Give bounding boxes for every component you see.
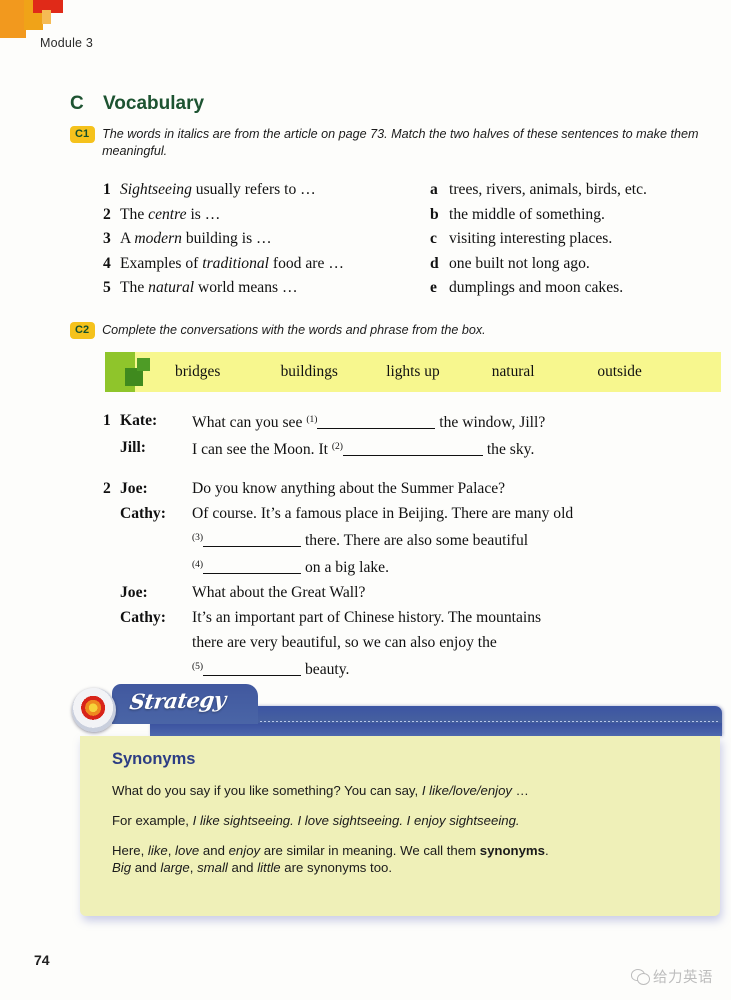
match-left-number: 1 — [103, 181, 111, 198]
exercise-c1-rubric: The words in italics are from the articl… — [102, 127, 699, 158]
match-left-text[interactable]: A modern building is … — [120, 227, 430, 252]
conversation-speaker: Kate: — [120, 412, 158, 429]
conversation-speaker: Joe: — [120, 584, 148, 601]
conversation-speaker: Cathy: — [120, 505, 166, 522]
watermark: 给力英语 — [631, 966, 713, 987]
exercise-c1: C1 The words in italics are from the art… — [70, 126, 710, 159]
word-bank-list: bridges buildings lights up natural outside — [175, 352, 703, 392]
section-letter: C — [70, 93, 84, 114]
word-bank-item[interactable]: natural — [492, 363, 598, 381]
conversation-number: 1 — [103, 412, 111, 429]
conversation-line: What can you see (1) the window, Jill? — [192, 413, 546, 431]
blank-number: (2) — [331, 442, 343, 452]
conversation-number-spacer — [103, 501, 120, 580]
strategy-paragraph: What do you say if you like something? Y… — [112, 783, 529, 798]
strategy-heading: Synonyms — [112, 750, 196, 768]
match-left-text[interactable]: Examples of traditional food are … — [120, 252, 430, 277]
match-left-number: 4 — [103, 254, 111, 272]
word-bank-item[interactable]: bridges — [175, 363, 281, 381]
match-right-letter: b — [430, 205, 439, 223]
answer-blank[interactable] — [203, 531, 302, 547]
exercise-c2: C2 Complete the conversations with the w… — [70, 322, 720, 339]
decoration-square-orange-pale — [42, 10, 51, 24]
watermark-text: 给力英语 — [653, 970, 713, 986]
matching-exercise-grid: 1 Sightseeing usually refers to … a trees, … — [103, 178, 728, 301]
blank-number: (1) — [306, 415, 318, 425]
match-right-text[interactable]: one built not long ago. — [449, 252, 728, 277]
match-left-text[interactable]: Sightseeing usually refers to … — [120, 178, 430, 203]
strategy-paragraphs: What do you say if you like something? Y… — [112, 782, 702, 876]
strategy-label: Strategy — [128, 686, 228, 715]
answer-blank[interactable] — [342, 440, 483, 456]
word-bank-box: bridges buildings lights up natural outside — [105, 352, 721, 392]
strategy-body: Synonyms What do you say if you like som… — [80, 736, 720, 916]
word-bank-item[interactable]: buildings — [281, 363, 387, 381]
match-left-number: 3 — [103, 230, 111, 247]
answer-blank[interactable] — [203, 558, 302, 574]
match-left-text[interactable]: The centre is … — [120, 203, 430, 228]
page-number: 74 — [34, 952, 50, 968]
word-bank-item[interactable]: outside — [597, 363, 703, 381]
match-left-number: 2 — [103, 205, 111, 223]
conversation-speaker: Cathy: — [120, 609, 166, 626]
exercise-badge-c2: C2 — [70, 322, 96, 339]
conversation-line: I can see the Moon. It (2) the sky. — [192, 440, 535, 458]
conversation-speaker: Jill: — [120, 439, 146, 456]
word-bank-decoration-square-mid — [137, 358, 150, 371]
page-title: C Vocabulary — [70, 93, 204, 115]
strategy-paragraph: For example, I like sightseeing. I love … — [112, 813, 520, 828]
blank-number: (3) — [192, 533, 204, 543]
match-right-letter: d — [430, 254, 439, 272]
conversation-number-spacer — [103, 580, 120, 605]
answer-blank[interactable] — [203, 660, 302, 676]
match-right-text[interactable]: visiting interesting places. — [449, 227, 728, 252]
section-title: Vocabulary — [103, 93, 205, 114]
conversation-group: 1 Kate: What can you see (1) the window, J… — [103, 408, 728, 462]
strategy-paragraph: Here, like, love and enjoy are similar i… — [112, 843, 549, 875]
match-left-number: 5 — [103, 279, 111, 296]
conversation-speaker: Joe: — [120, 480, 148, 497]
match-right-letter: a — [430, 181, 438, 198]
conversation-number-spacer — [103, 435, 120, 462]
decoration-square-orange-large — [0, 0, 26, 38]
exercise-badge-c1: C1 — [70, 126, 96, 143]
target-icon — [72, 688, 116, 732]
match-right-letter: c — [430, 230, 437, 247]
match-right-text[interactable]: trees, rivers, animals, birds, etc. — [449, 178, 728, 203]
conversation-group: 2 Joe: Do you know anything about the Summ… — [103, 476, 728, 682]
blank-number: (4) — [192, 560, 204, 570]
conversation-line: It’s an important part of Chinese histor… — [192, 609, 542, 678]
wechat-icon — [631, 969, 650, 985]
conversation-line: Of course. It’s a famous place in Beijin… — [192, 505, 574, 576]
conversation-number: 2 — [103, 480, 111, 497]
conversation-line: Do you know anything about the Summer Pa… — [192, 480, 506, 497]
conversation-line: What about the Great Wall? — [192, 584, 366, 601]
blank-number: (5) — [192, 662, 204, 672]
word-bank-item[interactable]: lights up — [386, 363, 492, 381]
match-right-letter: e — [430, 279, 437, 296]
match-right-text[interactable]: the middle of something. — [449, 203, 728, 228]
conversations-container: 1 Kate: What can you see (1) the window, J… — [103, 408, 728, 682]
match-left-text[interactable]: The natural world means … — [120, 276, 430, 301]
exercise-c2-rubric: Complete the conversations with the word… — [102, 323, 486, 337]
conversation-number-spacer — [103, 605, 120, 682]
module-label: Module 3 — [40, 36, 94, 50]
answer-blank[interactable] — [317, 413, 436, 429]
match-right-text[interactable]: dumplings and moon cakes. — [449, 276, 728, 301]
